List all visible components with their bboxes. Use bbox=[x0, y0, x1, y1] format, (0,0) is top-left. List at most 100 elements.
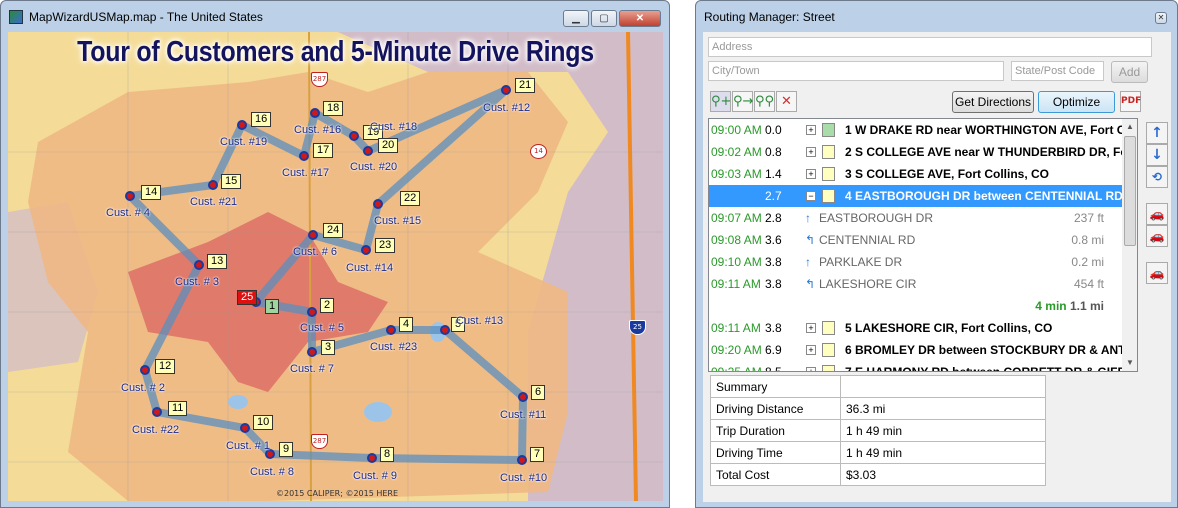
clear-stops-icon[interactable]: ✕ bbox=[776, 91, 797, 112]
stop-number-label[interactable]: 3 bbox=[321, 340, 336, 355]
stop-pin-icon[interactable] bbox=[361, 245, 371, 255]
stop-pin-icon[interactable] bbox=[240, 423, 250, 433]
stop-pin-icon[interactable] bbox=[367, 453, 377, 463]
scroll-up-icon[interactable]: ▲ bbox=[1122, 119, 1137, 135]
stop-name: 2 S COLLEGE AVE near W THUNDERBIRD DR, F… bbox=[845, 145, 1137, 159]
stop-number-label[interactable]: 8 bbox=[380, 447, 395, 462]
stop-pin-icon[interactable] bbox=[307, 307, 317, 317]
stop-number-label[interactable]: 10 bbox=[253, 415, 274, 430]
stop-pin-icon[interactable] bbox=[307, 347, 317, 357]
get-directions-button[interactable]: Get Directions bbox=[952, 91, 1034, 113]
expand-icon[interactable]: + bbox=[806, 147, 816, 157]
stop-pin-icon[interactable] bbox=[440, 325, 450, 335]
stop-pin-icon[interactable] bbox=[349, 131, 359, 141]
open-route-icon[interactable]: 🚗 bbox=[1146, 225, 1168, 247]
address-input[interactable]: Address bbox=[708, 37, 1152, 57]
stop-row[interactable]: 09:25 AM 8.5 +7 E HARMONY RD between CORBE… bbox=[709, 361, 1137, 372]
stop-pin-icon[interactable] bbox=[152, 407, 162, 417]
stop-row[interactable]: 09:11 AM 3.8 +5 LAKESHORE CIR, Fort Collin… bbox=[709, 317, 1122, 339]
stop-pin-icon[interactable] bbox=[373, 199, 383, 209]
stop-number-label[interactable]: 23 bbox=[375, 238, 396, 253]
maximize-button[interactable]: ▢ bbox=[591, 10, 617, 27]
stop-row[interactable]: 09:20 AM 6.9 +6 BROMLEY DR between STOCKBU… bbox=[709, 339, 1137, 361]
stop-row[interactable]: 2.7 − 4 EASTBOROUGH DR between CENTENNIAL … bbox=[709, 185, 1137, 207]
direction-step-row[interactable]: 09:10 AM 3.8 ↑ PARKLAKE DR 0.2 mi bbox=[709, 251, 1122, 273]
stop-pin-icon[interactable] bbox=[310, 108, 320, 118]
state-input[interactable]: State/Post Code bbox=[1011, 61, 1104, 81]
cumulative-distance: 8.5 bbox=[765, 365, 782, 372]
stop-pin-icon[interactable] bbox=[501, 85, 511, 95]
stop-pin-icon[interactable] bbox=[140, 365, 150, 375]
move-down-icon[interactable]: ↓ bbox=[1146, 144, 1168, 166]
stop-number-label[interactable]: 2 bbox=[320, 298, 335, 313]
pdf-export-icon[interactable]: PDF bbox=[1120, 91, 1141, 112]
stop-pin-icon[interactable] bbox=[237, 120, 247, 130]
cumulative-distance: 0.8 bbox=[765, 145, 782, 159]
stop-number-label[interactable]: 13 bbox=[207, 254, 228, 269]
direction-step-row[interactable]: 09:08 AM 3.6 ↰ CENTENNIAL RD 0.8 mi bbox=[709, 229, 1122, 251]
stop-number-label[interactable]: 22 bbox=[400, 191, 421, 206]
stop-number-label[interactable]: 24 bbox=[323, 223, 344, 238]
expand-icon[interactable]: + bbox=[806, 367, 816, 371]
turn-left-arrow-icon: ↰ bbox=[805, 233, 816, 247]
stop-pin-icon[interactable] bbox=[363, 146, 373, 156]
expand-icon[interactable]: + bbox=[806, 345, 816, 355]
stop-pin-icon[interactable] bbox=[386, 325, 396, 335]
cumulative-distance: 3.6 bbox=[765, 233, 782, 247]
stop-number-label[interactable]: 9 bbox=[279, 442, 294, 457]
stop-number-label[interactable]: 12 bbox=[155, 359, 176, 374]
summary-row: Trip Duration 1 h 49 min bbox=[710, 419, 1046, 442]
save-route-icon[interactable]: 🚗 bbox=[1146, 203, 1168, 225]
stop-pin-icon[interactable] bbox=[518, 392, 528, 402]
stop-row[interactable]: 09:00 AM 0.0 +1 W DRAKE RD near WORTHINGTO… bbox=[709, 119, 1137, 141]
stop-row[interactable]: 09:03 AM 1.4 +3 S COLLEGE AVE, Fort Collin… bbox=[709, 163, 1122, 185]
expand-icon[interactable]: + bbox=[806, 125, 816, 135]
stop-number-label[interactable]: 18 bbox=[323, 101, 344, 116]
route-list[interactable]: 09:00 AM 0.0 +1 W DRAKE RD near WORTHINGTO… bbox=[708, 118, 1138, 372]
map-copyright: ©2015 CALIPER; ©2015 HERE bbox=[276, 489, 399, 498]
customer-label: Cust. #12 bbox=[483, 102, 531, 114]
scroll-thumb[interactable] bbox=[1124, 136, 1136, 246]
reverse-order-icon[interactable]: ⟲ bbox=[1146, 166, 1168, 188]
stop-number-label[interactable]: 20 bbox=[378, 138, 399, 153]
add-button[interactable]: Add bbox=[1111, 61, 1148, 83]
optimize-button[interactable]: Optimize bbox=[1038, 91, 1115, 113]
stop-number-label[interactable]: 11 bbox=[168, 401, 188, 416]
move-up-icon[interactable]: ↑ bbox=[1146, 122, 1168, 144]
insert-stop-icon[interactable]: ⚲→ bbox=[732, 91, 753, 112]
stop-number-label[interactable]: 7 bbox=[530, 447, 545, 462]
stop-number-label[interactable]: 17 bbox=[313, 143, 334, 158]
stop-number-label[interactable]: 25 bbox=[237, 290, 258, 305]
route-settings-icon[interactable]: 🚗 bbox=[1146, 262, 1168, 284]
direction-step-row[interactable]: 09:07 AM 2.8 ↑ EASTBOROUGH DR 237 ft bbox=[709, 207, 1122, 229]
stop-number-label[interactable]: 14 bbox=[141, 185, 162, 200]
direction-step-row[interactable]: 09:11 AM 3.8 ↰ LAKESHORE CIR 454 ft bbox=[709, 273, 1122, 295]
close-button[interactable]: ✕ bbox=[1155, 12, 1167, 24]
stop-number-label[interactable]: 16 bbox=[251, 112, 272, 127]
stop-number-label[interactable]: 6 bbox=[531, 385, 546, 400]
collapse-icon[interactable]: − bbox=[806, 191, 816, 201]
stop-number-label[interactable]: 4 bbox=[399, 317, 414, 332]
close-button[interactable]: ✕ bbox=[619, 10, 661, 27]
minimize-button[interactable]: ▁ bbox=[563, 10, 589, 27]
map-canvas[interactable]: Tour of Customers and 5-Minute Drive Rin… bbox=[8, 32, 663, 501]
city-input[interactable]: City/Town bbox=[708, 61, 1004, 81]
list-scrollbar[interactable]: ▲ ▼ bbox=[1122, 119, 1137, 371]
stop-number-label[interactable]: 1 bbox=[265, 299, 280, 314]
leg-distance: 1.1 mi bbox=[1069, 299, 1104, 313]
expand-icon[interactable]: + bbox=[806, 169, 816, 179]
stop-pin-icon[interactable] bbox=[308, 230, 318, 240]
stop-pin-icon[interactable] bbox=[194, 260, 204, 270]
street-name: LAKESHORE CIR bbox=[819, 277, 917, 291]
stop-pin-icon[interactable] bbox=[125, 191, 135, 201]
stop-pin-icon[interactable] bbox=[208, 180, 218, 190]
stop-number-label[interactable]: 21 bbox=[515, 78, 536, 93]
stop-pin-icon[interactable] bbox=[517, 455, 527, 465]
stop-row[interactable]: 09:02 AM 0.8 +2 S COLLEGE AVE near W THUND… bbox=[709, 141, 1137, 163]
stops-from-layer-icon[interactable]: ⚲⚲ bbox=[754, 91, 775, 112]
add-stop-icon[interactable]: ⚲+ bbox=[710, 91, 731, 112]
stop-number-label[interactable]: 15 bbox=[221, 174, 242, 189]
expand-icon[interactable]: + bbox=[806, 323, 816, 333]
stop-pin-icon[interactable] bbox=[299, 151, 309, 161]
scroll-down-icon[interactable]: ▼ bbox=[1122, 355, 1137, 371]
